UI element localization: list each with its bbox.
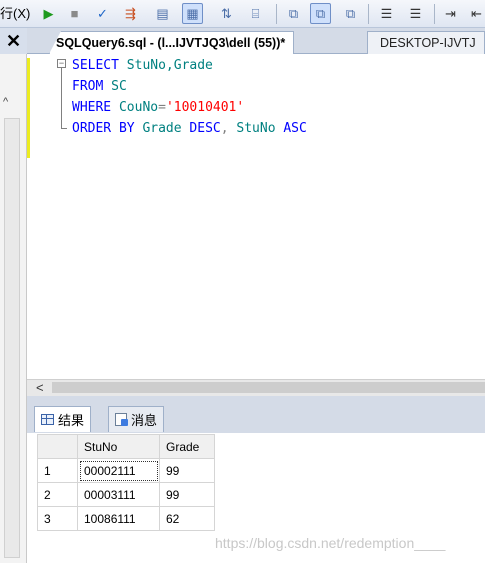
table-row: 2 00003111 99 <box>37 482 215 507</box>
table-cell[interactable]: 00003111 <box>77 482 160 507</box>
row-number[interactable]: 2 <box>37 482 78 507</box>
table-cell[interactable]: 62 <box>159 506 215 531</box>
tab-messages[interactable]: 消息 <box>108 406 165 432</box>
results-icon-2[interactable]: ⧉ <box>310 3 331 24</box>
check-icon[interactable]: ✓ <box>92 3 113 24</box>
scrollbar-thumb[interactable] <box>52 382 485 393</box>
table-row: 3 10086111 62 <box>37 506 215 531</box>
table-cell[interactable]: 10086111 <box>77 506 160 531</box>
execute-play-icon[interactable]: ▶ <box>38 3 59 24</box>
results-to-text-icon[interactable]: ▤ <box>152 3 173 24</box>
scroll-left-icon[interactable]: < <box>36 380 44 395</box>
indent-icon[interactable]: ⇥ <box>440 3 461 24</box>
align-icon-2[interactable]: ☰ <box>405 3 426 24</box>
results-tab-strip <box>27 396 485 434</box>
table-cell[interactable]: 99 <box>159 458 215 483</box>
collapse-icon[interactable]: − <box>57 59 66 68</box>
table-cell[interactable]: 00002111 <box>77 458 160 483</box>
code-line-1: SELECT StuNo,Grade <box>72 58 213 73</box>
tab-results-label: 结果 <box>58 413 85 428</box>
parse-icon[interactable]: ⇶ <box>120 3 141 24</box>
menu-item-row[interactable]: 行(X) <box>0 3 30 22</box>
toolbar: 行(X) ▶ ■ ✓ ⇶ ▤ ▦ ⇅ ⌸ ⧉ ⧉ ⧉ ☰ ☰ ⇥ ⇤ <box>0 0 485 28</box>
results-icon-1[interactable]: ⧉ <box>283 3 304 24</box>
table-cell[interactable]: 99 <box>159 482 215 507</box>
document-tab-strip: SQLQuery6.sql - (l...IJVTJQ3\dell (55))*… <box>27 28 485 54</box>
fold-guide <box>61 68 62 128</box>
watermark-text: https://blog.csdn.net/redemption____ <box>215 535 446 551</box>
column-header-grade[interactable]: Grade <box>159 434 215 459</box>
code-line-3: WHERE CouNo='10010401' <box>72 100 245 115</box>
left-scrollbar[interactable] <box>4 118 20 558</box>
grid-icon <box>41 414 54 425</box>
row-number-header[interactable] <box>37 434 78 459</box>
tab-results[interactable]: 结果 <box>34 406 92 432</box>
grid-header-row: StuNo Grade <box>37 434 215 459</box>
column-header-stuno[interactable]: StuNo <box>77 434 160 459</box>
results-icon-3[interactable]: ⧉ <box>340 3 361 24</box>
tab-desktop[interactable]: DESKTOP-IJVTJ <box>367 31 485 54</box>
sql-code[interactable]: SELECT StuNo,Grade FROM SC WHERE CouNo='10… <box>72 55 307 139</box>
tab-sqlquery6[interactable]: SQLQuery6.sql - (l...IJVTJQ3\dell (55))* <box>49 31 295 54</box>
fold-guide-end <box>61 128 67 129</box>
results-grid: StuNo Grade 1 00002111 99 2 00003111 99 … <box>37 434 215 531</box>
code-line-4: ORDER BY Grade DESC, StuNo ASC <box>72 121 307 136</box>
code-line-2: FROM SC <box>72 79 127 94</box>
modified-line-marker <box>27 58 30 158</box>
message-icon <box>115 413 128 426</box>
row-number[interactable]: 3 <box>37 506 78 531</box>
stop-icon[interactable]: ■ <box>64 3 85 24</box>
outdent-icon[interactable]: ⇤ <box>466 3 485 24</box>
query-options-icon[interactable]: ⌸ <box>245 3 266 24</box>
row-number[interactable]: 1 <box>37 458 78 483</box>
table-row: 1 00002111 99 <box>37 458 215 483</box>
scroll-up-icon[interactable]: ^ <box>3 96 8 108</box>
results-to-grid-icon[interactable]: ▦ <box>182 3 203 24</box>
tab-messages-label: 消息 <box>131 413 158 428</box>
include-plan-icon[interactable]: ⇅ <box>216 3 237 24</box>
close-icon[interactable]: ✕ <box>0 28 27 54</box>
align-icon-1[interactable]: ☰ <box>376 3 397 24</box>
